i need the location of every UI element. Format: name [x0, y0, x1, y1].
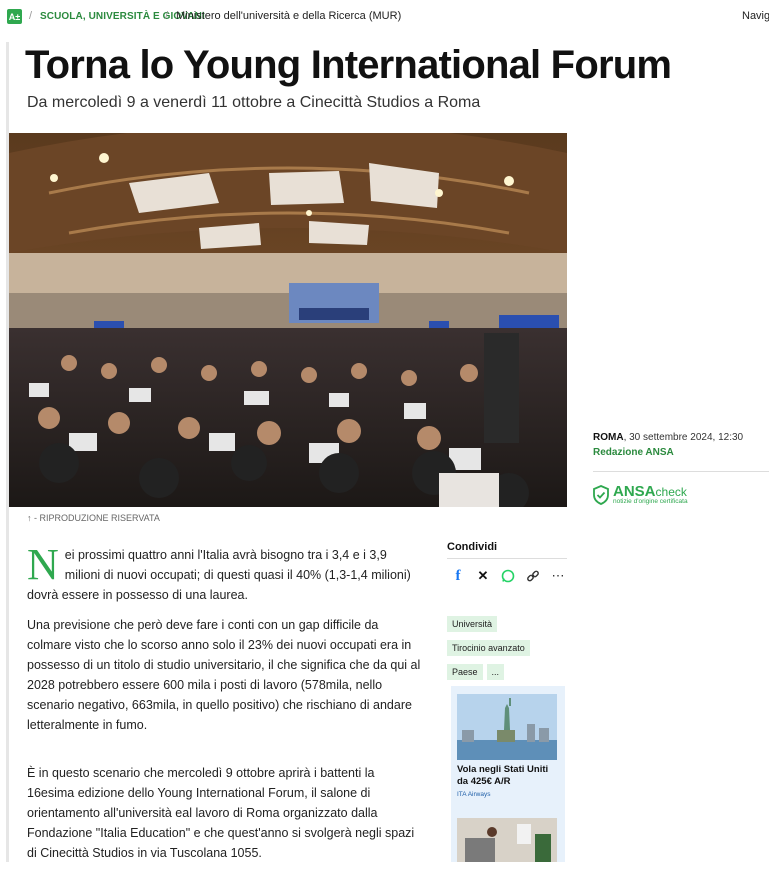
tag-item[interactable]: ... [486, 664, 505, 680]
ad-title[interactable]: Vola negli Stati Uniti da 425€ A/R [457, 764, 557, 788]
tag-item[interactable]: Università [447, 616, 498, 632]
article-paragraph: Nei prossimi quattro anni l'Italia avrà … [27, 540, 422, 605]
share-divider [447, 558, 567, 559]
facebook-icon[interactable]: f [450, 568, 466, 584]
ansa-logo[interactable]: A± [7, 9, 22, 24]
living-room-image [457, 818, 557, 862]
article-paragraph: Una previsione che però deve fare i cont… [27, 618, 421, 732]
drop-cap: N [27, 540, 59, 589]
article-hero-image[interactable] [9, 133, 567, 507]
article-subtitle: Da mercoledì 9 a venerdì 11 ottobre a Ci… [27, 94, 481, 111]
article-body: Nei prossimi quattro anni l'Italia avrà … [27, 540, 422, 873]
article-dateline: ROMA, 30 settembre 2024, 12:30 [593, 432, 743, 443]
link-icon[interactable] [525, 568, 541, 584]
dateline-date: , 30 settembre 2024, 12:30 [623, 432, 744, 443]
author-link[interactable]: Redazione ANSA [593, 447, 674, 458]
ansacheck-badge[interactable]: ANSAcheck notizie d'origine certificata [593, 484, 688, 506]
share-title: Condividi [447, 541, 498, 553]
breadcrumb-separator: / [29, 10, 33, 22]
statue-of-liberty-image [457, 694, 557, 760]
ansacheck-suffix: check [655, 485, 687, 499]
article-paragraph: È in questo scenario che mercoledì 9 ott… [27, 766, 415, 860]
breadcrumb-subject-link[interactable]: Ministero dell'università e della Ricerc… [176, 10, 401, 22]
meta-divider [593, 471, 769, 472]
article-title: Torna lo Young International Forum [25, 43, 672, 87]
navigation-link[interactable]: Navig [742, 10, 769, 22]
paragraph-text: ei prossimi quattro anni l'Italia avrà b… [27, 548, 411, 602]
top-breadcrumb-bar: A± / SCUOLA, UNIVERSITÀ E GIOVANI / Mini… [0, 0, 769, 34]
tag-item[interactable]: Paese [447, 664, 483, 680]
dateline-city: ROMA [593, 432, 624, 443]
tag-item[interactable]: Tirocinio avanzato [447, 640, 530, 656]
sponsored-ad[interactable]: Vola negli Stati Uniti da 425€ A/R ITA A… [451, 686, 565, 862]
x-icon[interactable]: ✕ [475, 568, 491, 584]
ansacheck-tagline: notizie d'origine certificata [613, 498, 688, 505]
breadcrumb-separator: / [165, 10, 169, 22]
image-caption: ↑ - RIPRODUZIONE RISERVATA [27, 513, 160, 523]
more-icon[interactable]: ⋯ [550, 568, 566, 584]
tag-list: Università Tirocinio avanzato Paese... [447, 614, 567, 686]
ad-source: ITA Airways [457, 791, 491, 798]
shield-check-icon [593, 484, 609, 505]
conference-hall-photo [9, 133, 567, 507]
share-icons: f ✕ ⋯ [450, 568, 566, 584]
whatsapp-icon[interactable] [500, 568, 516, 584]
